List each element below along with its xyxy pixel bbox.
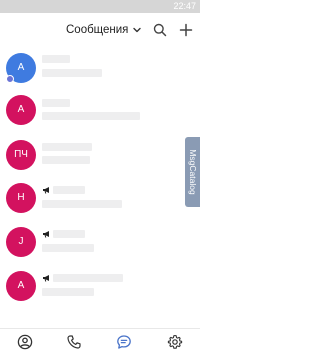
chat-bubble-icon bbox=[117, 335, 131, 349]
chat-name-placeholder bbox=[42, 99, 70, 107]
chat-name-placeholder bbox=[42, 143, 92, 151]
chat-preview-placeholder bbox=[42, 244, 94, 252]
nav-calls[interactable] bbox=[66, 334, 82, 350]
chat-list-item[interactable]: A bbox=[0, 95, 170, 135]
msgcatalog-side-tab[interactable]: MsgCatalog bbox=[185, 137, 200, 207]
chat-list-item[interactable]: ПЧ bbox=[0, 140, 170, 180]
header: Сообщения bbox=[0, 13, 200, 47]
phone-icon bbox=[67, 335, 81, 349]
bottom-navigation bbox=[0, 328, 200, 356]
new-chat-button[interactable] bbox=[178, 22, 194, 38]
plus-icon bbox=[179, 23, 193, 37]
chat-name-placeholder bbox=[53, 230, 85, 238]
chat-preview-placeholder bbox=[42, 112, 140, 120]
chat-list-item[interactable]: J bbox=[0, 227, 170, 267]
messages-screen: 22:47 Сообщения A A ПЧ H J A MsgCatalog bbox=[0, 0, 200, 356]
folder-selector[interactable]: Сообщения bbox=[66, 22, 142, 38]
chat-name-placeholder bbox=[53, 186, 85, 194]
search-icon bbox=[153, 23, 167, 37]
gear-icon bbox=[167, 334, 183, 349]
status-time: 22:47 bbox=[173, 1, 196, 11]
nav-chats[interactable] bbox=[116, 334, 132, 350]
avatar: A bbox=[6, 271, 36, 301]
megaphone-icon bbox=[43, 275, 49, 282]
nav-profile[interactable] bbox=[17, 334, 33, 350]
avatar: ПЧ bbox=[6, 140, 36, 170]
chat-name-placeholder bbox=[42, 55, 70, 63]
search-button[interactable] bbox=[152, 22, 168, 38]
chat-list-item[interactable]: A bbox=[0, 53, 170, 93]
megaphone-icon bbox=[43, 187, 49, 194]
side-tab-label: MsgCatalog bbox=[187, 149, 198, 195]
avatar: A bbox=[6, 95, 36, 125]
nav-settings[interactable] bbox=[167, 334, 183, 350]
chat-name-placeholder bbox=[53, 274, 123, 282]
chevron-down-icon bbox=[133, 27, 142, 33]
megaphone-icon bbox=[43, 231, 49, 238]
chat-list-item[interactable]: H bbox=[0, 183, 170, 223]
profile-icon bbox=[17, 334, 33, 350]
chat-preview-placeholder bbox=[42, 288, 94, 296]
page-title: Сообщения bbox=[66, 24, 129, 36]
avatar: J bbox=[6, 227, 36, 257]
chat-preview-placeholder bbox=[42, 69, 102, 77]
status-bar: 22:47 bbox=[0, 0, 200, 13]
chat-list-item[interactable]: A bbox=[0, 271, 170, 311]
avatar: H bbox=[6, 183, 36, 213]
chat-preview-placeholder bbox=[42, 156, 90, 164]
chat-preview-placeholder bbox=[42, 200, 122, 208]
online-status-dot bbox=[6, 75, 14, 83]
